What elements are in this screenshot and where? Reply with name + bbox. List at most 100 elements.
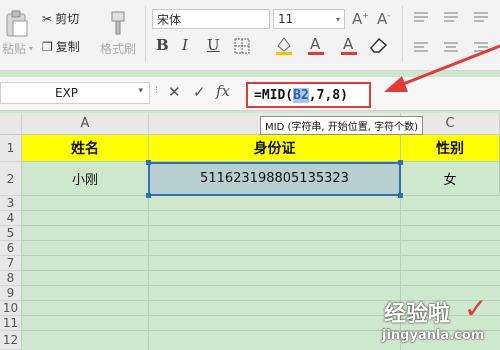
scissors-icon: ✂ — [42, 11, 53, 26]
cell-a2[interactable]: 小刚 — [22, 162, 149, 196]
bold-label: B — [156, 36, 169, 54]
row-label: 7 — [6, 256, 15, 270]
formula-prefix: =MID( — [254, 87, 294, 103]
fill-handle[interactable] — [398, 193, 403, 198]
svg-text:A: A — [310, 35, 321, 53]
copy-button[interactable]: ❐ 复制 — [42, 38, 80, 55]
decrease-font-size-button[interactable]: A- — [377, 10, 390, 28]
row-label: 9 — [6, 286, 15, 300]
row-header-12[interactable]: 12 — [0, 331, 22, 350]
row-header-2[interactable]: 2 — [0, 162, 22, 196]
paste-button[interactable]: 粘贴 ▾ — [2, 40, 33, 57]
format-painter-icon[interactable] — [108, 10, 128, 40]
row-label: 1 — [6, 141, 15, 155]
cell-value: 女 — [443, 173, 457, 188]
watermark-text: 经验啦 — [384, 302, 451, 327]
grid-line — [22, 210, 500, 211]
cell-a1[interactable]: 姓名 — [22, 135, 149, 162]
format-painter-button[interactable]: 格式刷 — [100, 40, 136, 57]
cut-button[interactable]: ✂ 剪切 — [42, 10, 79, 27]
red-arrow-annotation — [384, 44, 500, 92]
row-header-9[interactable]: 9 — [0, 286, 22, 301]
font-color-icon[interactable]: A — [305, 34, 327, 60]
italic-button[interactable]: I — [182, 36, 188, 54]
checkmark-icon: ✓ — [464, 292, 488, 325]
border-icon[interactable] — [234, 38, 250, 58]
bold-button[interactable]: B — [156, 36, 169, 54]
formula-input[interactable]: =MID(B2,7,8) — [246, 82, 371, 108]
row-label: 2 — [6, 171, 15, 186]
copy-icon: ❐ — [42, 39, 53, 54]
italic-label: I — [182, 36, 188, 54]
row-label: 4 — [6, 211, 15, 225]
fx-icon[interactable]: fx — [216, 82, 230, 100]
row-header-3[interactable]: 3 — [0, 196, 22, 211]
row-header-5[interactable]: 5 — [0, 226, 22, 241]
cancel-icon[interactable]: ✕ — [168, 83, 181, 101]
formula-reference: B2 — [293, 87, 309, 103]
font-name-value: 宋体 — [157, 12, 182, 27]
row-header-8[interactable]: 8 — [0, 271, 22, 286]
row-label: 3 — [6, 196, 15, 210]
cell-c2[interactable]: 女 — [401, 162, 500, 196]
header-id: 身份证 — [253, 141, 296, 157]
chevron-down-icon[interactable]: ▾ — [29, 44, 33, 53]
row-label: 11 — [2, 316, 19, 330]
more-icon: ⁝ — [155, 85, 159, 96]
name-box[interactable]: EXP ▾ — [0, 82, 150, 104]
cell-c1[interactable]: 性别 — [401, 135, 500, 162]
column-label: A — [80, 116, 90, 131]
watermark-url: jingyanla.com — [382, 328, 485, 343]
row-header-4[interactable]: 4 — [0, 211, 22, 226]
cut-label: 剪切 — [55, 12, 80, 26]
fill-color-icon[interactable] — [273, 34, 295, 60]
function-tooltip: MID (字符串, 开始位置, 字符个数) — [260, 116, 423, 135]
row-header-6[interactable]: 6 — [0, 241, 22, 256]
paste-icon[interactable] — [4, 10, 30, 42]
chevron-down-icon[interactable]: ▾ — [336, 15, 340, 24]
font-size-select[interactable]: 11 ▾ — [273, 9, 345, 29]
grid-line — [22, 285, 500, 286]
grid-line — [22, 255, 500, 256]
selection-handle[interactable] — [146, 160, 151, 165]
align-top-icon[interactable] — [412, 10, 492, 29]
cell-b1[interactable]: 身份证 — [149, 135, 401, 162]
font-color-alt-icon[interactable]: A — [338, 34, 360, 60]
copy-label: 复制 — [55, 40, 80, 54]
tooltip-text: MID (字符串, 开始位置, 字符个数) — [265, 122, 418, 133]
row-header-10[interactable]: 10 — [0, 301, 22, 316]
grid-line — [148, 196, 149, 350]
grid-line — [22, 270, 500, 271]
paste-label: 粘贴 — [2, 42, 27, 56]
selection-handle[interactable] — [398, 160, 403, 165]
row-header-7[interactable]: 7 — [0, 256, 22, 271]
column-header-a[interactable]: A — [22, 113, 149, 135]
row-label: 6 — [6, 241, 15, 255]
row-label: 10 — [2, 301, 19, 315]
format-painter-label: 格式刷 — [100, 42, 137, 56]
font-size-value: 11 — [278, 12, 294, 26]
selection-handle[interactable] — [146, 193, 151, 198]
cell-selection — [148, 162, 401, 196]
row-header-1[interactable]: 1 — [0, 135, 22, 162]
chevron-down-icon[interactable]: ▾ — [138, 86, 143, 96]
name-box-value: EXP — [55, 86, 79, 100]
confirm-icon[interactable]: ✓ — [193, 83, 206, 101]
underline-button[interactable]: U — [207, 36, 220, 54]
font-name-select[interactable]: 宋体 — [152, 9, 270, 29]
grid-line — [22, 225, 500, 226]
header-gender: 性别 — [436, 141, 464, 157]
formula-suffix: ,7,8) — [308, 87, 348, 103]
select-all-corner[interactable] — [0, 113, 22, 135]
cell-value: 小刚 — [71, 173, 98, 188]
underline-label: U — [207, 36, 220, 54]
header-name: 姓名 — [71, 141, 99, 157]
increase-font-size-button[interactable]: A+ — [352, 10, 369, 28]
row-label: 5 — [6, 226, 15, 240]
watermark: 经验啦 ✓ jingyanla.com — [380, 292, 500, 350]
row-header-11[interactable]: 11 — [0, 316, 22, 331]
divider — [145, 6, 146, 62]
row-label: 12 — [2, 333, 19, 347]
column-label: C — [445, 116, 455, 131]
grid-line — [22, 240, 500, 241]
